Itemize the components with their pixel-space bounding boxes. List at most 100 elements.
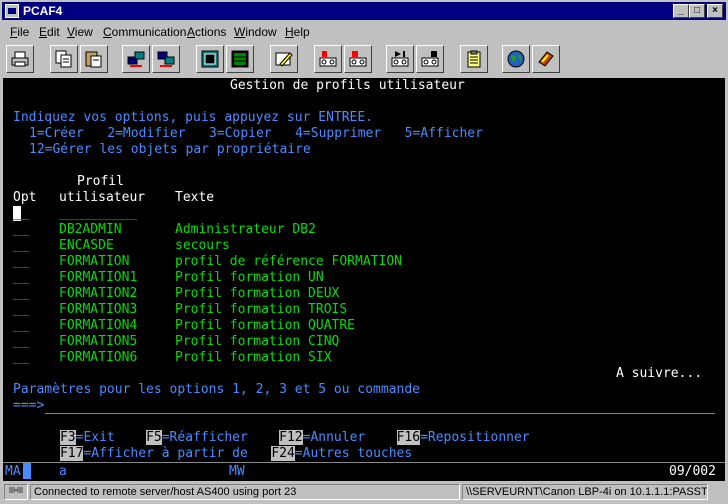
oia-indicator [23, 463, 31, 479]
option-input[interactable]: __ [13, 222, 29, 238]
profile-name: DB2ADMIN [59, 222, 122, 237]
display-button[interactable] [196, 45, 224, 73]
minimize-button[interactable]: _ [673, 4, 689, 18]
profile-name: FORMATION [59, 254, 130, 269]
position-profile-field[interactable]: __________ [59, 206, 137, 222]
profile-text: Profil formation TROIS [175, 302, 348, 317]
record-macro-icon [319, 51, 337, 67]
oia-ma: MA [5, 464, 21, 479]
function-keys-line-1: F3=Exit F5=Réafficher F12=Annuler F16=Re… [13, 414, 530, 445]
profile-name: FORMATION3 [59, 302, 138, 317]
pause-macro-button[interactable] [416, 45, 444, 73]
help-book-button[interactable] [532, 45, 560, 73]
profile-text: Profil formation CINQ [175, 334, 340, 349]
emulator-window: PCAF4 _ □ × File Edit View Communication… [0, 0, 728, 504]
send-file-button[interactable] [122, 45, 150, 73]
help-book-icon [538, 51, 554, 67]
record-macro-button[interactable] [314, 45, 342, 73]
profile-name: FORMATION2 [59, 286, 138, 301]
menu-bar: File Edit View Communication Actions Win… [2, 22, 726, 41]
macro-icon [231, 50, 249, 68]
oia-a: a [59, 464, 67, 479]
f24-key[interactable]: F24 [271, 446, 295, 461]
profile-text: Profil formation QUATRE [175, 318, 356, 333]
column-header-utilisateur: utilisateur [59, 190, 146, 205]
f24-label: =Autres touches [294, 446, 413, 461]
option-input[interactable]: __ [13, 238, 29, 254]
globe-icon [507, 50, 525, 68]
column-header-texte: Texte [175, 190, 215, 205]
menu-communication[interactable]: Communication [103, 25, 186, 39]
paste-button[interactable] [80, 45, 108, 73]
parameters-label: Paramètres pour les options 1, 2, 3 et 5… [13, 382, 420, 397]
menu-edit[interactable]: Edit [39, 25, 60, 39]
profile-name: FORMATION1 [59, 270, 138, 285]
app-icon[interactable] [5, 4, 19, 18]
terminal-screen[interactable]: Gestion de profils utilisateur Indiquez … [3, 78, 725, 462]
profile-text: Profil formation SIX [175, 350, 332, 365]
option-input[interactable]: __ [13, 270, 29, 286]
stop-macro-icon [349, 51, 367, 67]
clipboard-icon [467, 50, 481, 68]
window-title: PCAF4 [23, 4, 63, 18]
status-bar: Connected to remote server/host AS400 us… [2, 483, 726, 502]
more-indicator: A suivre... [616, 366, 703, 381]
cursor-position: 09/002 [669, 464, 716, 479]
play-macro-button[interactable] [386, 45, 414, 73]
option-input[interactable]: __ [13, 302, 29, 318]
column-header-profil: Profil [77, 174, 124, 189]
menu-file[interactable]: File [10, 25, 29, 39]
screen-title: Gestion de profils utilisateur [230, 78, 465, 93]
clipboard-button[interactable] [460, 45, 488, 73]
option-input[interactable]: __ [13, 318, 29, 334]
close-button[interactable]: × [707, 4, 723, 18]
f17-key[interactable]: F17 [59, 446, 84, 461]
profile-name: FORMATION6 [59, 350, 138, 365]
operator-info-area: MA a MW 09/002 [3, 462, 725, 481]
stop-macro-button[interactable] [344, 45, 372, 73]
option-input[interactable]: __ [13, 286, 29, 302]
send-file-icon [127, 51, 145, 67]
copy-button[interactable] [50, 45, 78, 73]
profile-text: secours [175, 238, 230, 253]
copy-icon [55, 50, 72, 68]
position-opt-field[interactable]: __ [13, 206, 29, 222]
options-line-1: 1=Créer 2=Modifier 3=Copier 4=Supprimer … [29, 126, 483, 141]
option-input[interactable]: __ [13, 254, 29, 270]
macro-button[interactable] [226, 45, 254, 73]
play-macro-icon [391, 51, 409, 67]
connection-icon [9, 487, 23, 493]
status-icon-panel [4, 484, 28, 500]
options-line-2: 12=Gérer les objets par propriétaire [29, 142, 311, 157]
profile-name: ENCASDE [59, 238, 114, 253]
menu-view[interactable]: View [67, 25, 93, 39]
option-input[interactable]: __ [13, 334, 29, 350]
print-button[interactable] [6, 45, 34, 73]
receive-file-button[interactable] [152, 45, 180, 73]
f17-label: =Afficher à partir de [83, 446, 248, 461]
instructions: Indiquez vos options, puis appuyez sur E… [13, 110, 374, 125]
menu-help[interactable]: Help [285, 25, 310, 39]
function-keys-line-2: F17=Afficher à partir de F24=Autres touc… [13, 430, 412, 461]
pause-macro-icon [421, 51, 439, 67]
title-bar[interactable]: PCAF4 _ □ × [2, 2, 726, 20]
maximize-button[interactable]: □ [689, 4, 705, 18]
printer-status: \\SERVEURNT\Canon LBP-4i on 10.1.1.1:PAS… [462, 484, 708, 500]
oia-mw: MW [229, 464, 245, 479]
f16-label: =Repositionner [420, 430, 530, 445]
display-icon [201, 50, 219, 68]
column-header-opt: Opt [13, 190, 37, 205]
command-prompt: ===> [13, 398, 45, 413]
profile-text: Profil formation DEUX [175, 286, 340, 301]
profile-name: FORMATION4 [59, 318, 138, 333]
option-input[interactable]: __ [13, 350, 29, 366]
position-opt-underline: _ [20, 206, 29, 221]
profile-text: Profil formation UN [175, 270, 324, 285]
menu-window[interactable]: Window [234, 25, 277, 39]
globe-button[interactable] [502, 45, 530, 73]
menu-actions[interactable]: Actions [187, 25, 226, 39]
edit-button[interactable] [270, 45, 298, 73]
toolbar [2, 43, 726, 77]
profile-name: FORMATION5 [59, 334, 138, 349]
paste-icon [85, 51, 102, 68]
